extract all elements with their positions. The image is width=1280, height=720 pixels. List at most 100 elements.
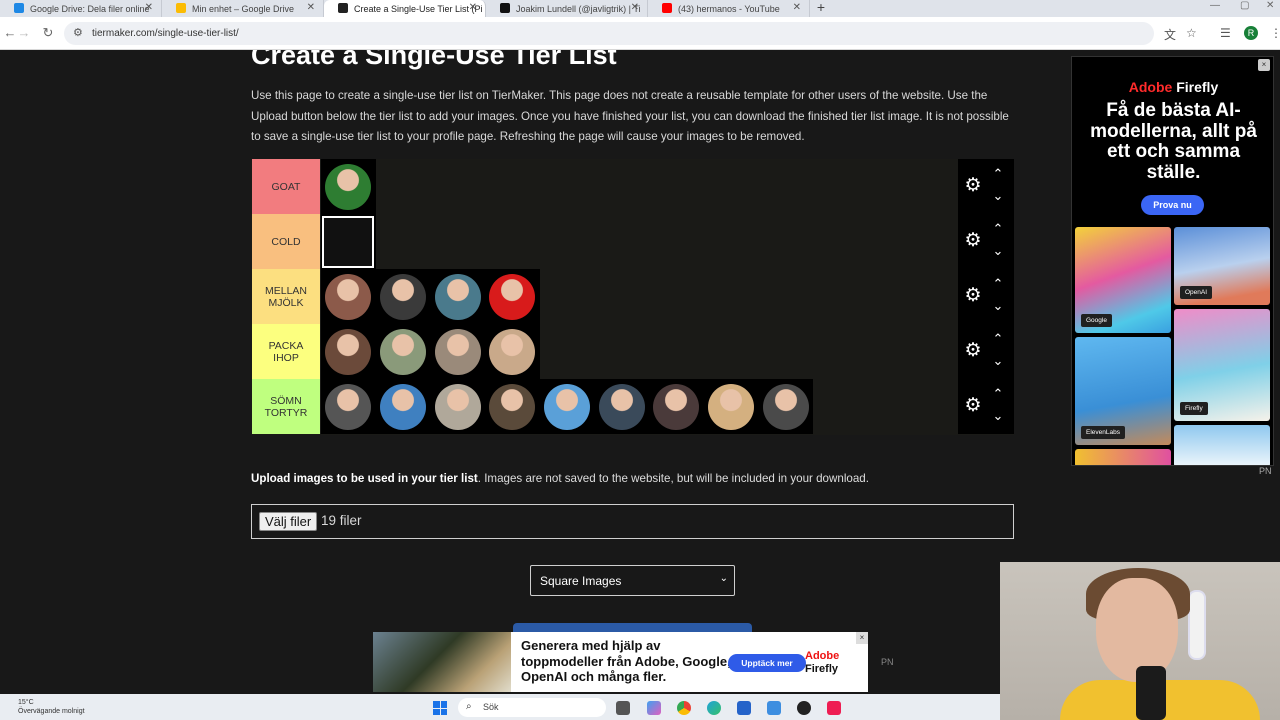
edge-icon[interactable] — [707, 701, 721, 715]
browser-tab-tiermaker[interactable]: Create a Single-Use Tier List (Pi ✕ — [324, 0, 486, 17]
webcam-face — [1096, 578, 1178, 682]
copilot-icon[interactable] — [647, 701, 661, 715]
tiktok-favicon-icon — [500, 3, 510, 13]
move-up-icon[interactable]: ⌃ — [990, 332, 1006, 346]
ad-close-icon[interactable]: × — [1258, 59, 1270, 71]
move-down-icon[interactable]: ⌄ — [990, 189, 1006, 203]
tab-title: Min enhet – Google Drive — [192, 3, 295, 14]
tier-item-image[interactable] — [759, 379, 814, 434]
chrome-icon[interactable] — [677, 701, 691, 715]
task-view-icon[interactable] — [616, 701, 630, 715]
tier-row: MELLAN MJÖLK ⚙ ⌃ ⌄ — [251, 269, 1014, 324]
weather-widget[interactable]: 15°C Övervägande molnigt — [18, 698, 85, 716]
tier-item-image[interactable] — [321, 324, 376, 379]
minimize-icon[interactable]: — — [1210, 0, 1220, 11]
move-up-icon[interactable]: ⌃ — [990, 277, 1006, 291]
new-tab-button[interactable]: + — [810, 0, 832, 17]
tier-item-thumbnail — [489, 273, 536, 320]
gear-icon[interactable]: ⚙ — [962, 340, 984, 362]
browser-tab-min-enhet[interactable]: Min enhet – Google Drive ✕ — [162, 0, 324, 17]
tier-label[interactable]: COLD — [252, 214, 320, 269]
tier-item-image[interactable] — [376, 379, 431, 434]
tier-label[interactable]: MELLAN MJÖLK — [252, 269, 320, 324]
url-text: tiermaker.com/single-use-tier-list/ — [92, 28, 239, 39]
site-info-icon[interactable]: ⚙ — [73, 26, 83, 39]
browser-tab-google-drive[interactable]: Google Drive: Dela filer online ✕ — [0, 0, 162, 17]
tier-item-thumbnail — [544, 383, 591, 430]
image-mode-select[interactable]: Square Images ⌄ — [530, 565, 735, 596]
choose-files-button[interactable]: Välj filer — [259, 512, 318, 531]
reload-icon[interactable]: ↻ — [40, 25, 56, 41]
tier-item-image[interactable] — [485, 269, 540, 324]
taskbar-search-input[interactable]: ⌕ Sök — [458, 698, 606, 717]
mail-icon[interactable] — [767, 701, 781, 715]
forward-icon[interactable]: → — [16, 25, 32, 40]
chevron-down-icon: ⌄ — [719, 573, 728, 584]
tier-label[interactable]: GOAT — [252, 159, 320, 214]
close-tab-icon[interactable]: ✕ — [145, 2, 153, 14]
browser-tab-youtube[interactable]: (43) hermanos - YouTube ✕ — [648, 0, 810, 17]
tier-label[interactable]: SÖMN TORTYR — [252, 379, 320, 434]
tier-item-image[interactable] — [540, 379, 595, 434]
upload-instructions-bold: Upload images to be used in your tier li… — [251, 472, 478, 485]
tier-item-thumbnail — [322, 215, 375, 268]
tier-items — [321, 379, 814, 434]
move-down-icon[interactable]: ⌄ — [990, 244, 1006, 258]
maximize-icon[interactable]: ▢ — [1240, 0, 1249, 11]
gear-icon[interactable]: ⚙ — [962, 395, 984, 417]
tier-controls: ⚙ ⌃ ⌄ — [958, 214, 1014, 269]
address-bar: ← → ↻ ⚙ tiermaker.com/single-use-tier-li… — [0, 17, 1280, 50]
ad-bottom-pn-label: PN — [881, 657, 894, 667]
move-down-icon[interactable]: ⌄ — [990, 354, 1006, 368]
tier-item-image[interactable] — [649, 379, 704, 434]
ad-bottom-cta-button[interactable]: Upptäck mer — [728, 654, 806, 672]
url-field[interactable]: ⚙ tiermaker.com/single-use-tier-list/ — [64, 22, 1154, 45]
profile-avatar[interactable]: R — [1244, 26, 1258, 40]
translate-icon[interactable]: 文 — [1164, 26, 1176, 43]
tier-item-image[interactable] — [485, 324, 540, 379]
close-window-icon[interactable]: ✕ — [1266, 0, 1274, 11]
tier-item-image[interactable] — [704, 379, 759, 434]
search-icon: ⌕ — [466, 701, 472, 712]
close-tab-icon[interactable]: ✕ — [631, 2, 639, 14]
move-down-icon[interactable]: ⌄ — [990, 409, 1006, 423]
tier-item-image[interactable] — [321, 269, 376, 324]
move-up-icon[interactable]: ⌃ — [990, 222, 1006, 236]
move-up-icon[interactable]: ⌃ — [990, 387, 1006, 401]
tier-item-image[interactable] — [430, 269, 485, 324]
tier-item-image[interactable] — [321, 379, 376, 434]
ad-tag-firefly: Firefly — [1180, 402, 1208, 415]
tier-item-image[interactable] — [321, 214, 376, 269]
tier-item-image[interactable] — [430, 379, 485, 434]
obs-icon[interactable] — [797, 701, 811, 715]
tier-controls: ⚙ ⌃ ⌄ — [958, 269, 1014, 324]
tier-label[interactable]: PACKA IHOP — [252, 324, 320, 379]
tier-item-image[interactable] — [485, 379, 540, 434]
adobe-firefly-bottom-ad[interactable]: Generera med hjälp av toppmodeller från … — [373, 632, 868, 692]
move-up-icon[interactable]: ⌃ — [990, 167, 1006, 181]
image-mode-value: Square Images — [540, 574, 622, 588]
tier-item-image[interactable] — [376, 324, 431, 379]
gear-icon[interactable]: ⚙ — [962, 175, 984, 197]
browser-tab-tiktok[interactable]: Joakim Lundell (@javligtrik) | Ti ✕ — [486, 0, 648, 17]
menu-icon[interactable]: ⋮ — [1270, 26, 1280, 40]
tier-item-image[interactable] — [376, 269, 431, 324]
tiktok-icon[interactable] — [827, 701, 841, 715]
adobe-firefly-sidebar-ad[interactable]: × Adobe Firefly Få de bästa AI-modellern… — [1071, 56, 1274, 466]
close-tab-icon[interactable]: ✕ — [307, 2, 315, 14]
bookmark-star-icon[interactable]: ☆ — [1186, 26, 1197, 40]
tier-item-image[interactable] — [321, 159, 376, 214]
windows-start-icon[interactable] — [433, 701, 447, 715]
file-upload-field[interactable]: Välj filer 19 filer — [251, 504, 1014, 539]
gear-icon[interactable]: ⚙ — [962, 285, 984, 307]
close-tab-icon[interactable]: ✕ — [469, 2, 477, 14]
tier-item-image[interactable] — [594, 379, 649, 434]
close-tab-icon[interactable]: ✕ — [793, 2, 801, 14]
gear-icon[interactable]: ⚙ — [962, 230, 984, 252]
ad-close-icon[interactable]: × — [856, 632, 868, 644]
store-icon[interactable] — [737, 701, 751, 715]
move-down-icon[interactable]: ⌄ — [990, 299, 1006, 313]
ad-cta-button[interactable]: Prova nu — [1141, 195, 1204, 215]
reading-list-icon[interactable]: ☰ — [1220, 26, 1231, 40]
tier-item-image[interactable] — [430, 324, 485, 379]
